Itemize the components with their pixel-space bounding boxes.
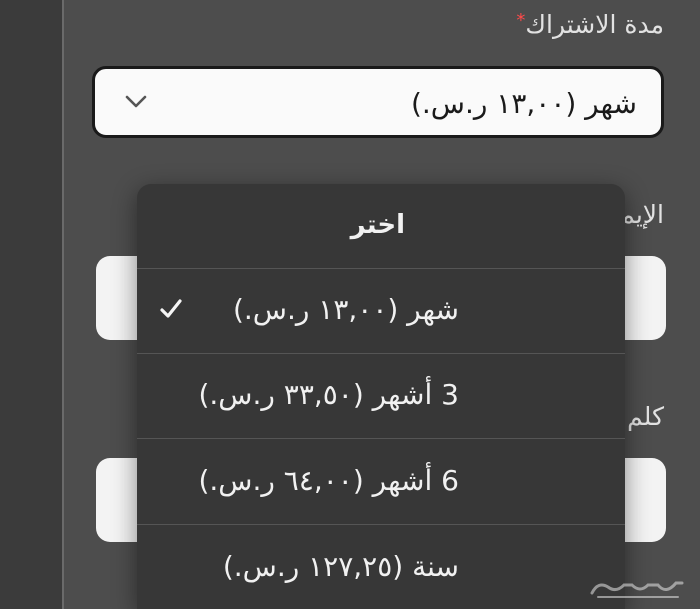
option-choose[interactable]: اختر	[137, 184, 625, 269]
email-label: الإيم	[619, 200, 664, 229]
password-label: كلم	[627, 402, 664, 431]
duration-select-value: شهر (١٣,٠٠ ر.س.)	[410, 87, 637, 120]
duration-select[interactable]: شهر (١٣,٠٠ ر.س.)	[92, 66, 664, 138]
left-panel-edge	[0, 0, 62, 609]
option-label: سنة (١٢٧,٢٥ ر.س.)	[222, 550, 459, 583]
option-three-months[interactable]: 3 أشهر (٣٣,٥٠ ر.س.)	[137, 354, 625, 439]
option-label: اختر	[350, 210, 405, 240]
duration-label-text: مدة الاشتراك	[525, 10, 664, 39]
option-one-month[interactable]: شهر (١٣,٠٠ ر.س.)	[137, 269, 625, 354]
chevron-down-icon	[125, 95, 147, 108]
option-label: 6 أشهر (٦٤,٠٠ ر.س.)	[198, 464, 459, 497]
option-six-months[interactable]: 6 أشهر (٦٤,٠٠ ر.س.)	[137, 440, 625, 525]
option-one-year[interactable]: سنة (١٢٧,٢٥ ر.س.)	[137, 526, 625, 609]
haraj-logo-watermark	[590, 581, 684, 598]
option-label: شهر (١٣,٠٠ ر.س.)	[232, 293, 459, 326]
option-label: 3 أشهر (٣٣,٥٠ ر.س.)	[198, 378, 459, 411]
duration-dropdown-menu: اختر شهر (١٣,٠٠ ر.س.) 3 أشهر (٣٣,٥٠ ر.س.…	[137, 184, 625, 609]
checkmark-icon	[160, 299, 182, 318]
duration-label: مدة الاشتراك*	[516, 10, 664, 39]
